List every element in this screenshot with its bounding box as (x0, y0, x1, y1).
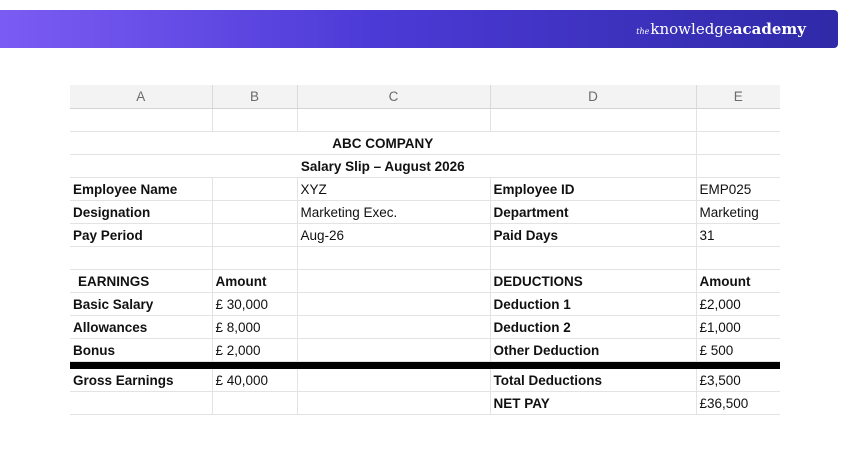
cell[interactable] (212, 223, 298, 247)
department-value[interactable]: Marketing (696, 200, 780, 224)
cell[interactable] (297, 391, 491, 415)
column-header-c[interactable]: C (297, 85, 491, 109)
company-row: ABC COMPANY (70, 131, 780, 155)
cell[interactable] (696, 131, 780, 155)
pay-period-row: Pay Period Aug-26 Paid Days 31 (70, 223, 780, 247)
net-pay-label[interactable]: NET PAY (490, 391, 697, 415)
designation-label[interactable]: Designation (70, 200, 213, 224)
paid-days-value[interactable]: 31 (696, 223, 780, 247)
blank-row (70, 108, 780, 132)
divider-bar (70, 361, 780, 369)
department-label[interactable]: Department (490, 200, 697, 224)
cell[interactable] (212, 246, 298, 270)
cell[interactable] (490, 108, 697, 132)
knowledge-academy-logo[interactable]: theknowledgeacademy (636, 19, 806, 42)
cell[interactable] (297, 292, 491, 316)
thick-divider (70, 361, 780, 369)
deduction-amount[interactable]: £1,000 (696, 315, 780, 339)
net-pay-value[interactable]: £36,500 (696, 391, 780, 415)
pay-period-label[interactable]: Pay Period (70, 223, 213, 247)
header-banner: theknowledgeacademy (0, 10, 838, 48)
blank-row (70, 246, 780, 270)
cell[interactable] (297, 246, 491, 270)
total-deductions-label[interactable]: Total Deductions (490, 369, 697, 392)
employee-name-value[interactable]: XYZ (297, 177, 491, 201)
earnings-header[interactable]: EARNINGS (70, 269, 213, 293)
pay-period-value[interactable]: Aug-26 (297, 223, 491, 247)
section-header-row: EARNINGS Amount DEDUCTIONS Amount (70, 269, 780, 293)
total-deductions-value[interactable]: £3,500 (696, 369, 780, 392)
cell[interactable] (70, 246, 213, 270)
table-row: Bonus £ 2,000 Other Deduction £ 500 (70, 338, 780, 362)
cell[interactable] (70, 391, 213, 415)
cell[interactable] (70, 108, 213, 132)
employee-id-value[interactable]: EMP025 (696, 177, 780, 201)
column-header-d[interactable]: D (490, 85, 697, 109)
cell[interactable] (297, 269, 491, 293)
table-row: Basic Salary £ 30,000 Deduction 1 £2,000 (70, 292, 780, 316)
earning-label[interactable]: Bonus (70, 338, 213, 362)
gross-earnings-label[interactable]: Gross Earnings (70, 369, 213, 392)
net-pay-row: NET PAY £36,500 (70, 391, 780, 415)
title-row: Salary Slip – August 2026 (70, 154, 780, 178)
cell[interactable] (696, 154, 780, 178)
earning-amount[interactable]: £ 8,000 (212, 315, 298, 339)
deduction-amount[interactable]: £ 500 (696, 338, 780, 362)
company-name[interactable]: ABC COMPANY (70, 131, 697, 155)
column-header-a[interactable]: A (70, 85, 213, 109)
salary-slip-sheet: A B C D E ABC COMPANY Salary Slip – Augu… (70, 85, 780, 415)
deductions-header[interactable]: DEDUCTIONS (490, 269, 697, 293)
deduction-label[interactable]: Deduction 1 (490, 292, 697, 316)
cell[interactable] (297, 315, 491, 339)
earning-amount[interactable]: £ 30,000 (212, 292, 298, 316)
earning-amount[interactable]: £ 2,000 (212, 338, 298, 362)
earnings-amount-header[interactable]: Amount (212, 269, 298, 293)
deduction-label[interactable]: Other Deduction (490, 338, 697, 362)
earning-label[interactable]: Basic Salary (70, 292, 213, 316)
column-header-row: A B C D E (70, 85, 780, 109)
cell[interactable] (212, 200, 298, 224)
deductions-amount-header[interactable]: Amount (696, 269, 780, 293)
table-row: Allowances £ 8,000 Deduction 2 £1,000 (70, 315, 780, 339)
cell[interactable] (297, 369, 491, 392)
cell[interactable] (212, 108, 298, 132)
deduction-label[interactable]: Deduction 2 (490, 315, 697, 339)
deduction-amount[interactable]: £2,000 (696, 292, 780, 316)
cell[interactable] (212, 391, 298, 415)
employee-row: Employee Name XYZ Employee ID EMP025 (70, 177, 780, 201)
column-header-b[interactable]: B (212, 85, 298, 109)
cell[interactable] (696, 108, 780, 132)
paid-days-label[interactable]: Paid Days (490, 223, 697, 247)
cell[interactable] (490, 246, 697, 270)
slip-title[interactable]: Salary Slip – August 2026 (70, 154, 697, 178)
designation-value[interactable]: Marketing Exec. (297, 200, 491, 224)
column-header-e[interactable]: E (696, 85, 780, 109)
cell[interactable] (297, 108, 491, 132)
employee-id-label[interactable]: Employee ID (490, 177, 697, 201)
designation-row: Designation Marketing Exec. Department M… (70, 200, 780, 224)
employee-name-label[interactable]: Employee Name (70, 177, 213, 201)
cell[interactable] (297, 338, 491, 362)
cell[interactable] (212, 177, 298, 201)
totals-row: Gross Earnings £ 40,000 Total Deductions… (70, 369, 780, 392)
cell[interactable] (696, 246, 780, 270)
earning-label[interactable]: Allowances (70, 315, 213, 339)
gross-earnings-value[interactable]: £ 40,000 (212, 369, 298, 392)
